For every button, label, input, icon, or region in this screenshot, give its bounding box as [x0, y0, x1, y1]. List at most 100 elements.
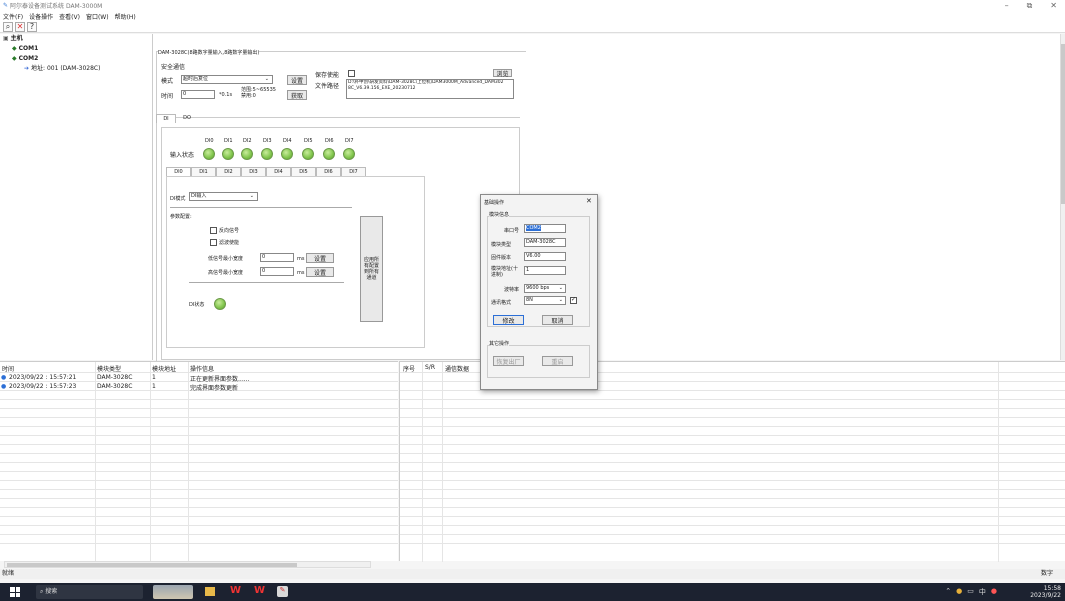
- factory-reset-button[interactable]: 恢复出厂: [493, 356, 524, 366]
- tree-com1[interactable]: ◆ COM1: [0, 44, 152, 54]
- time-unit: *0.1s: [219, 92, 233, 98]
- low-width-unit: ms: [297, 256, 305, 262]
- di-header-7: DI7: [345, 138, 354, 144]
- time-input[interactable]: 0: [181, 90, 215, 99]
- close-button[interactable]: ✕: [1050, 1, 1057, 11]
- tray-app-icon[interactable]: ●: [956, 587, 962, 597]
- module-pane: DAM-3028C(8路数字量输入,8路数字量输出) 安全通信 模式 超时后复位…: [153, 34, 1060, 361]
- row-line: [400, 480, 1065, 481]
- taskbar: ⌕ 搜索 W W ✎ ⌃ ● ▭ 中 ● 15:58 2023/9/22: [0, 583, 1065, 601]
- file-explorer-icon[interactable]: [205, 587, 215, 596]
- addr-field[interactable]: 1: [524, 266, 566, 275]
- taskbar-clock[interactable]: 15:58 2023/9/22: [1030, 585, 1061, 599]
- row-line: [0, 462, 398, 463]
- format-select[interactable]: 8N ⌄: [524, 296, 566, 305]
- param-label: 参数配置:: [170, 214, 192, 220]
- row-line: [400, 408, 1065, 409]
- comm-header-1[interactable]: S/R: [425, 364, 435, 371]
- row-line: [0, 399, 398, 400]
- firmware-field[interactable]: V6.00: [524, 252, 566, 261]
- format-checkbox[interactable]: ✓: [570, 296, 577, 304]
- type-field[interactable]: DAM-3028C: [524, 238, 566, 247]
- chevron-down-icon: ⌄: [558, 285, 563, 291]
- menu-device[interactable]: 设备操作: [29, 12, 53, 21]
- tab-strip-line: [156, 117, 520, 118]
- chevron-down-icon: ⌄: [249, 193, 254, 199]
- menu-file[interactable]: 文件(F): [3, 12, 23, 21]
- taskbar-search[interactable]: ⌕ 搜索: [36, 585, 143, 599]
- chevron-up-icon[interactable]: ⌃: [945, 587, 951, 597]
- apply-all-button[interactable]: 应用所有配置到所有通道: [360, 216, 383, 322]
- network-icon[interactable]: ▭: [967, 587, 974, 597]
- mode-set-button[interactable]: 设置: [287, 75, 307, 85]
- scroll-thumb[interactable]: [1061, 44, 1065, 204]
- tree-com2[interactable]: ◆ COM2: [0, 54, 152, 64]
- save-path-field[interactable]: D:\补中创\研发资料\DAM-3028C\上位机\DAM3000M_Advan…: [346, 79, 514, 99]
- row-line: [400, 471, 1065, 472]
- windows-start-icon[interactable]: [10, 587, 20, 597]
- di-mode-select[interactable]: DI输入 ⌄: [189, 192, 258, 201]
- taskbar-widget-icon[interactable]: [153, 585, 193, 599]
- row-line: [0, 489, 398, 490]
- modify-button[interactable]: 修改: [493, 315, 524, 325]
- time-get-button[interactable]: 获取: [287, 90, 307, 100]
- vertical-scrollbar[interactable]: [1060, 34, 1065, 360]
- chevron-down-icon: ⌄: [264, 76, 269, 82]
- channel-panel: [166, 176, 425, 348]
- save-enable-checkbox[interactable]: [348, 70, 355, 77]
- di-header-2: DI2: [243, 138, 252, 144]
- subtab-di4[interactable]: DI4: [266, 167, 291, 176]
- low-width-input[interactable]: 0: [260, 253, 294, 262]
- disable-label: 禁用:0: [241, 93, 256, 99]
- help-icon[interactable]: ?: [27, 21, 37, 32]
- minimize-button[interactable]: –: [1005, 1, 1009, 11]
- search-icon[interactable]: ⌕: [3, 21, 13, 32]
- subtab-di0[interactable]: DI0: [166, 167, 191, 176]
- reboot-button[interactable]: 重启: [542, 356, 573, 366]
- subtab-di6[interactable]: DI6: [316, 167, 341, 176]
- tab-di[interactable]: DI: [156, 114, 176, 123]
- tab-do[interactable]: DO: [177, 114, 197, 123]
- menu-help[interactable]: 帮助(H): [115, 12, 136, 21]
- system-tray: ⌃ ● ▭ 中 ●: [945, 587, 997, 597]
- type-label: 模块类型: [491, 242, 512, 248]
- delete-icon[interactable]: ✕: [15, 21, 25, 32]
- wps-icon[interactable]: W: [230, 585, 241, 596]
- mode-label: 模式: [161, 78, 174, 85]
- reverse-checkbox[interactable]: [210, 227, 217, 234]
- subtab-di1[interactable]: DI1: [191, 167, 216, 176]
- chevron-down-icon: ⌄: [558, 297, 563, 303]
- menu-window[interactable]: 窗口(W): [86, 12, 109, 21]
- low-set-button[interactable]: 设置: [306, 253, 334, 263]
- addr-label: 模块地址(十进制): [491, 266, 518, 278]
- baud-select[interactable]: 9600 bps ⌄: [524, 284, 566, 293]
- subtab-di5[interactable]: DI5: [291, 167, 316, 176]
- horizontal-scrollbar[interactable]: [4, 561, 371, 568]
- mode-select[interactable]: 超时后复位 ⌄: [181, 75, 273, 84]
- log-table: 时间 模块类型 模块地址 操作信息 ● 2023/09/22 : 15:57:21 DAM-…: [0, 361, 398, 562]
- wps-icon[interactable]: W: [254, 585, 265, 596]
- scroll-thumb[interactable]: [7, 563, 297, 567]
- high-set-button[interactable]: 设置: [306, 267, 334, 277]
- browse-button[interactable]: 浏览: [493, 69, 512, 78]
- app-taskbar-icon[interactable]: ✎: [277, 586, 288, 597]
- toolbar: ⌕ ✕ ?: [0, 21, 1065, 33]
- tree-root[interactable]: ▣ 主机: [0, 34, 152, 44]
- row-line: [0, 525, 398, 526]
- row-line: [400, 444, 1065, 445]
- tree-device[interactable]: ➔ 地址: 001 (DAM-3028C): [0, 64, 152, 74]
- row-line: [0, 543, 398, 544]
- high-width-input[interactable]: 0: [260, 267, 294, 276]
- subtab-di7[interactable]: DI7: [341, 167, 366, 176]
- row-line: [0, 507, 398, 508]
- cancel-button[interactable]: 取消: [542, 315, 573, 325]
- antivirus-icon[interactable]: ●: [991, 587, 997, 597]
- menu-view[interactable]: 查看(V): [59, 12, 80, 21]
- ime-indicator[interactable]: 中: [979, 587, 986, 597]
- subtab-di2[interactable]: DI2: [216, 167, 241, 176]
- subtab-di3[interactable]: DI3: [241, 167, 266, 176]
- maximize-button[interactable]: ⧉: [1027, 1, 1033, 11]
- port-field[interactable]: COM2: [524, 224, 566, 233]
- filter-checkbox[interactable]: [210, 239, 217, 246]
- dialog-close-button[interactable]: ✕: [586, 197, 592, 205]
